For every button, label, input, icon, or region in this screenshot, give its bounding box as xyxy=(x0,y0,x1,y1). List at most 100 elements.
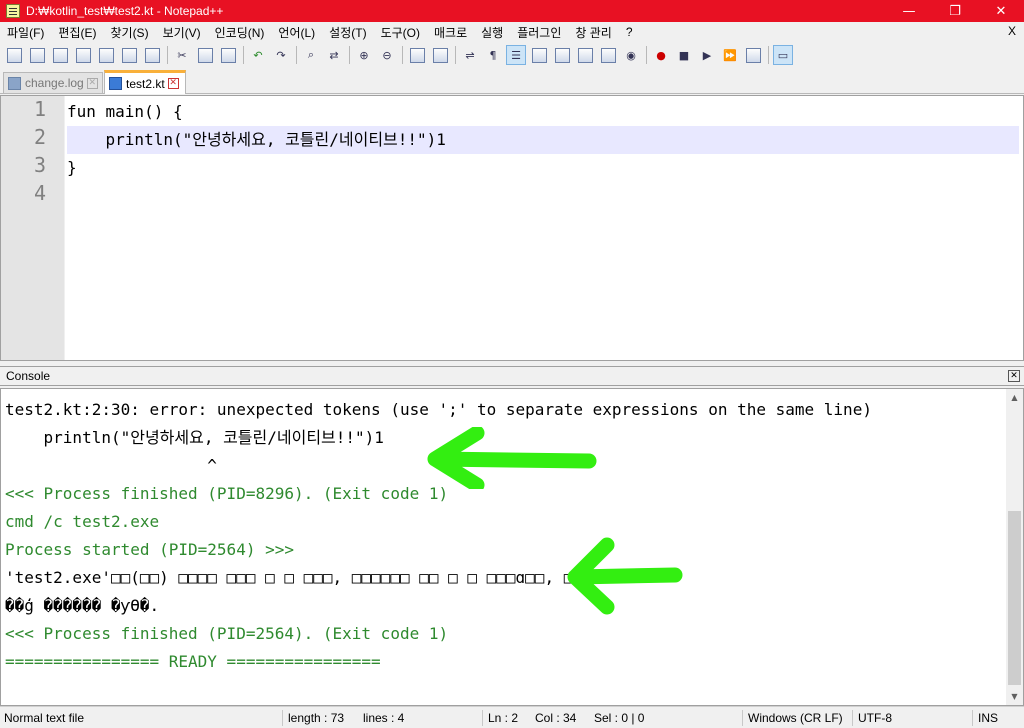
console-output[interactable]: test2.kt:2:30: error: unexpected tokens … xyxy=(0,388,1024,706)
status-eol[interactable]: Windows (CR LF) xyxy=(748,711,843,725)
fold-margin xyxy=(64,96,65,360)
console-line: cmd /c test2.exe xyxy=(5,512,160,531)
stop-macro-icon[interactable]: ■ xyxy=(674,45,694,65)
toolbar: ✂ ↶ ↷ ⌕ ⇄ ⊕ ⊖ ⇌ ¶ ☰ ◉ ● ■ ▶ ⏩ ▭ xyxy=(0,42,1024,68)
tab-label: change.log xyxy=(25,76,84,90)
console-line: ^ xyxy=(5,456,217,475)
doc-map-icon[interactable] xyxy=(552,45,572,65)
sync-horizontal-icon[interactable] xyxy=(430,45,450,65)
code-line: } xyxy=(67,158,77,177)
sync-vertical-icon[interactable] xyxy=(407,45,427,65)
menu-run[interactable]: 실행 xyxy=(474,24,510,41)
status-separator xyxy=(482,710,483,726)
minimize-button[interactable]: — xyxy=(886,0,932,22)
close-document-button[interactable]: X xyxy=(1008,24,1016,38)
scroll-down-icon[interactable]: ▼ xyxy=(1006,688,1023,705)
console-line: ================ READY ================ xyxy=(5,652,381,671)
console-toggle-icon[interactable]: ▭ xyxy=(773,45,793,65)
close-file-icon[interactable] xyxy=(96,45,116,65)
function-list-icon[interactable] xyxy=(575,45,595,65)
save-all-icon[interactable] xyxy=(73,45,93,65)
menu-encoding[interactable]: 인코딩(N) xyxy=(208,24,272,41)
code-line: fun main() { xyxy=(67,102,183,121)
status-length: length : 73 xyxy=(288,711,345,725)
toolbar-separator xyxy=(455,46,456,64)
tab-change-log[interactable]: change.log ✕ xyxy=(3,72,103,93)
paste-icon[interactable] xyxy=(218,45,238,65)
menu-language[interactable]: 언어(L) xyxy=(271,24,322,41)
menu-edit[interactable]: 편집(E) xyxy=(51,24,103,41)
show-all-chars-icon[interactable]: ¶ xyxy=(483,45,503,65)
menu-window[interactable]: 창 관리 xyxy=(568,24,618,41)
status-insert-mode[interactable]: INS xyxy=(978,711,998,725)
menu-macro[interactable]: 매크로 xyxy=(427,24,474,41)
close-all-icon[interactable] xyxy=(119,45,139,65)
status-column: Col : 34 xyxy=(535,711,577,725)
find-icon[interactable]: ⌕ xyxy=(301,45,321,65)
file-icon xyxy=(109,77,122,90)
tab-test2-kt[interactable]: test2.kt ✕ xyxy=(104,70,186,94)
new-file-icon[interactable] xyxy=(4,45,24,65)
menu-file[interactable]: 파일(F) xyxy=(0,24,51,41)
toolbar-separator xyxy=(768,46,769,64)
record-macro-icon[interactable]: ● xyxy=(651,45,671,65)
green-arrow-annotation-icon xyxy=(427,427,597,489)
console-scrollbar[interactable]: ▲ ▼ xyxy=(1006,389,1023,705)
status-encoding[interactable]: UTF-8 xyxy=(858,711,892,725)
tab-bar: change.log ✕ test2.kt ✕ xyxy=(0,70,1024,94)
save-icon[interactable] xyxy=(50,45,70,65)
run-macro-multiple-icon[interactable]: ⏩ xyxy=(720,45,740,65)
replace-icon[interactable]: ⇄ xyxy=(324,45,344,65)
print-icon[interactable] xyxy=(142,45,162,65)
menu-view[interactable]: 보기(V) xyxy=(156,24,208,41)
menu-plugins[interactable]: 플러그인 xyxy=(510,24,568,41)
console-line: <<< Process finished (PID=8296). (Exit c… xyxy=(5,484,449,503)
maximize-button[interactable]: ❐ xyxy=(932,0,978,22)
scroll-up-icon[interactable]: ▲ xyxy=(1006,389,1023,406)
toolbar-separator xyxy=(167,46,168,64)
save-macro-icon[interactable] xyxy=(743,45,763,65)
status-bar: Normal text file length : 73 lines : 4 L… xyxy=(0,706,1024,728)
menu-tools[interactable]: 도구(O) xyxy=(374,24,427,41)
menu-bar: 파일(F) 편집(E) 찾기(S) 보기(V) 인코딩(N) 언어(L) 설정(… xyxy=(0,22,1024,42)
zoom-in-icon[interactable]: ⊕ xyxy=(354,45,374,65)
word-wrap-icon[interactable]: ⇌ xyxy=(460,45,480,65)
copy-icon[interactable] xyxy=(195,45,215,65)
line-number: 3 xyxy=(33,153,46,177)
undo-icon[interactable]: ↶ xyxy=(248,45,268,65)
monitoring-eye-icon[interactable]: ◉ xyxy=(621,45,641,65)
scrollbar-thumb[interactable] xyxy=(1008,511,1021,685)
close-console-icon[interactable]: ✕ xyxy=(1008,370,1020,382)
play-macro-icon[interactable]: ▶ xyxy=(697,45,717,65)
menu-search[interactable]: 찾기(S) xyxy=(103,24,155,41)
zoom-out-icon[interactable]: ⊖ xyxy=(377,45,397,65)
indent-guide-icon[interactable]: ☰ xyxy=(506,45,526,65)
cut-icon[interactable]: ✂ xyxy=(172,45,192,65)
close-tab-icon[interactable]: ✕ xyxy=(167,78,179,89)
status-separator xyxy=(852,710,853,726)
code-editor[interactable]: 1 2 3 4 fun main() { println("안녕하세요, 코틀린… xyxy=(0,95,1024,361)
line-number: 2 xyxy=(33,125,46,149)
code-line-current: println("안녕하세요, 코틀린/네이티브!!")1 xyxy=(67,126,1019,154)
toolbar-separator xyxy=(349,46,350,64)
line-number-gutter: 1 2 3 4 xyxy=(1,96,64,360)
toolbar-separator xyxy=(243,46,244,64)
console-line: test2.kt:2:30: error: unexpected tokens … xyxy=(5,400,872,419)
folder-workspace-icon[interactable] xyxy=(598,45,618,65)
close-tab-icon[interactable]: ✕ xyxy=(86,77,98,89)
redo-icon[interactable]: ↷ xyxy=(271,45,291,65)
status-lines: lines : 4 xyxy=(363,711,405,725)
console-header: Console ✕ xyxy=(0,366,1024,386)
close-window-button[interactable]: ✕ xyxy=(978,0,1024,22)
udl-icon[interactable] xyxy=(529,45,549,65)
console-line: 'test2.exe'□□(□□) □□□□ □□□ □ □ □□□, □□□□… xyxy=(5,568,593,587)
console-line: <<< Process finished (PID=2564). (Exit c… xyxy=(5,624,449,643)
menu-help[interactable]: ? xyxy=(619,25,640,39)
open-file-icon[interactable] xyxy=(27,45,47,65)
menu-settings[interactable]: 설정(T) xyxy=(322,24,373,41)
line-number: 4 xyxy=(33,181,46,205)
console-line: println("안녕하세요, 코틀린/네이티브!!")1 xyxy=(5,428,384,447)
console-line: ��ģ ������ �ƴϴ�. xyxy=(5,596,160,615)
toolbar-separator xyxy=(296,46,297,64)
green-arrow-annotation-icon xyxy=(567,537,683,615)
